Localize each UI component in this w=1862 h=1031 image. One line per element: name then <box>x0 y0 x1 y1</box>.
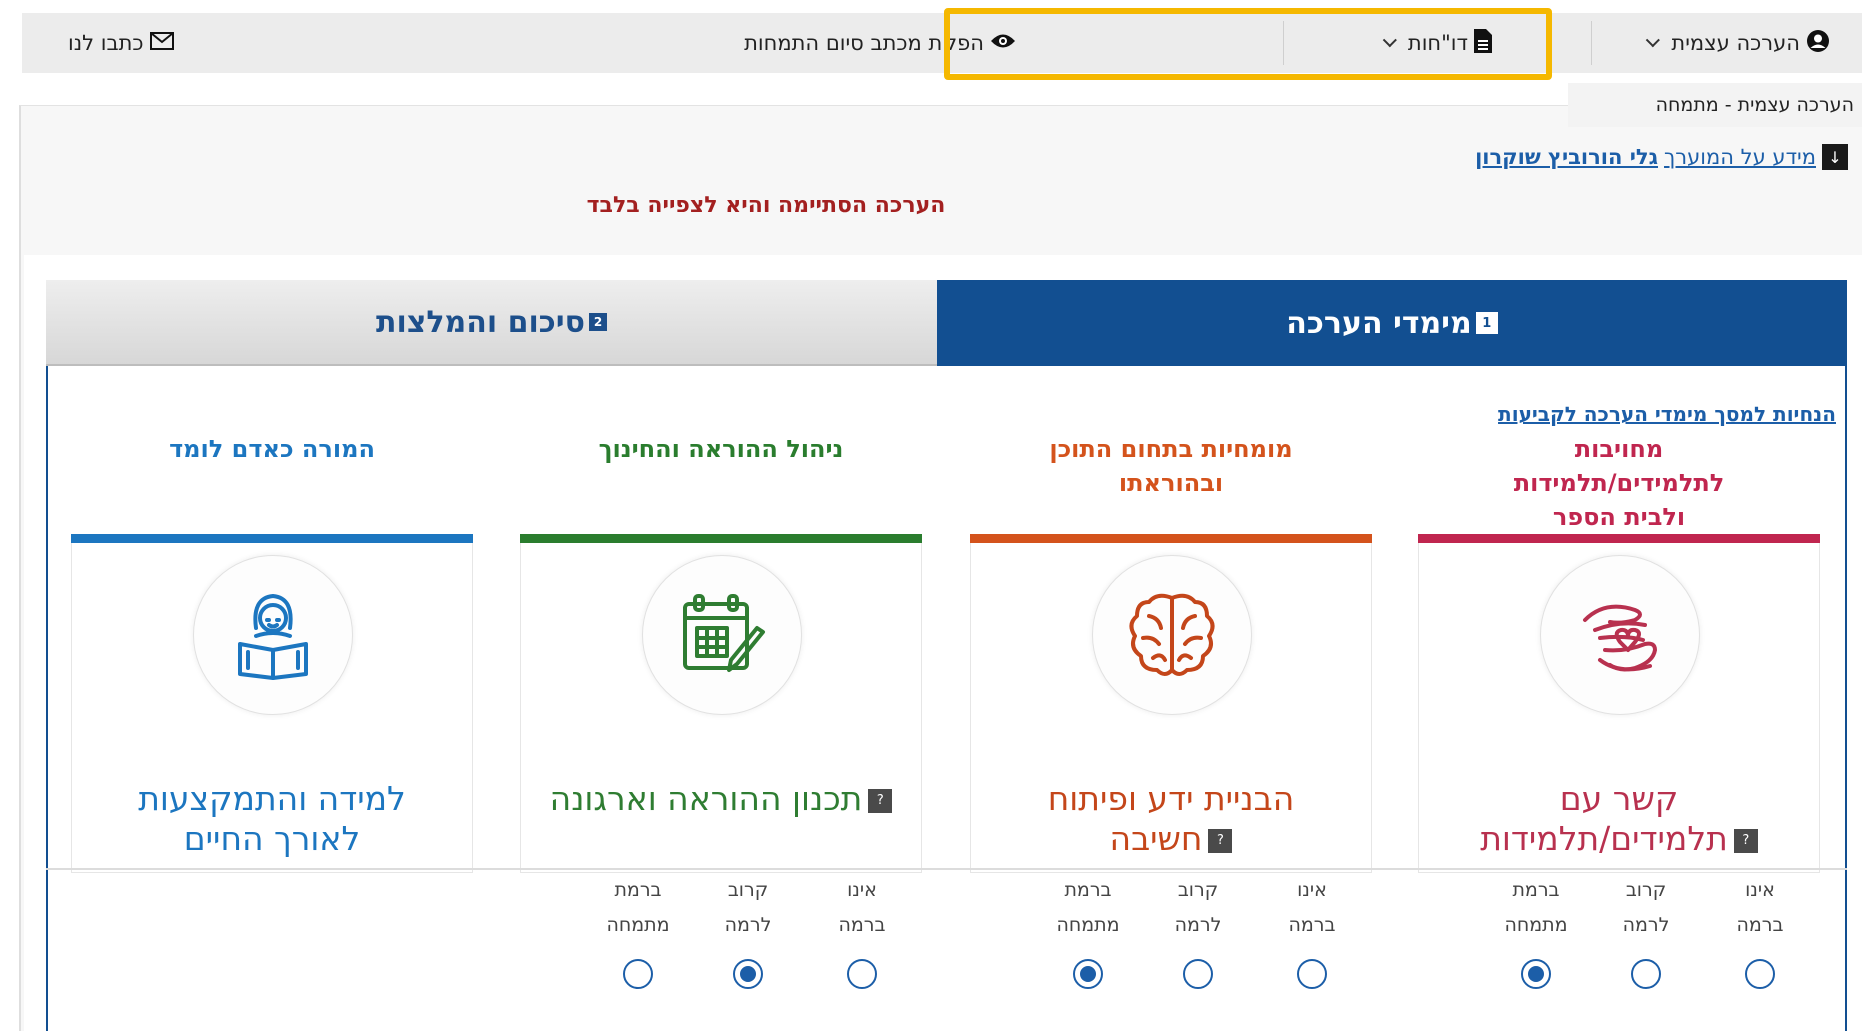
radio-intern-level[interactable] <box>1521 959 1551 989</box>
radio-close-to-level[interactable] <box>733 959 763 989</box>
guide-link[interactable]: הנחיות למסך מימדי הערכה לקביעות <box>1498 402 1836 426</box>
level-option[interactable]: אינו ברמה <box>1700 873 1820 989</box>
nav-self-eval[interactable]: הערכה עצמית <box>1645 13 1830 73</box>
status-message: הערכה הסתיימה והיא לצפייה בלבד <box>586 193 946 218</box>
level-option[interactable]: ברמת מתמחה <box>578 873 698 989</box>
icon-circle <box>1540 555 1700 715</box>
dimension-title-line: ולבית הספר <box>1552 503 1686 531</box>
card-title-line: קשר עם <box>1559 779 1679 818</box>
dimension-color-bar <box>1418 534 1820 543</box>
dimension-card-title: קשר עם ?תלמידים/תלמידות <box>1419 779 1819 859</box>
radio-close-to-level[interactable] <box>1183 959 1213 989</box>
appraisee-info[interactable]: ↓ מידע על המוערך גלי הורוביץ שוקרון <box>1475 144 1848 170</box>
help-icon[interactable]: ? <box>1208 828 1233 853</box>
radio-close-to-level[interactable] <box>1631 959 1661 989</box>
level-option[interactable]: קרוב לרמה <box>1138 873 1258 989</box>
level-label: אינו ברמה <box>1736 879 1784 936</box>
dimension-card[interactable]: למידה והתמקצעות לאורך החיים <box>71 543 473 873</box>
download-icon[interactable]: ↓ <box>1822 144 1848 170</box>
nav-self-eval-label: הערכה עצמית <box>1671 31 1800 55</box>
icon-circle <box>642 555 802 715</box>
dimension-card-title: הבניית ידע ופיתוח ?חשיבה <box>971 779 1371 859</box>
brain-icon <box>1129 593 1215 676</box>
dimension-color-bar <box>520 534 922 543</box>
level-option[interactable]: קרוב לרמה <box>688 873 808 989</box>
dimension-title-line: ניהול ההוראה והחינוך <box>598 435 844 463</box>
tab-label: מימדי הערכה <box>1286 305 1472 341</box>
calendar-pencil-icon <box>683 594 765 672</box>
level-option[interactable]: ברמת מתמחה <box>1028 873 1148 989</box>
dimension-color-bar <box>71 534 473 543</box>
card-title-line: תלמידים/תלמידות <box>1480 819 1728 858</box>
tab-label: סיכום והמלצות <box>376 304 585 340</box>
dimension-card[interactable]: קשר עם ?תלמידים/תלמידות <box>1418 543 1820 873</box>
chevron-down-icon <box>1646 33 1661 48</box>
level-option[interactable]: קרוב לרמה <box>1586 873 1706 989</box>
card-title-line: הבניית ידע ופיתוח <box>1047 779 1295 818</box>
dimension-title: מחויבות לתלמידים/תלמידות ולבית הספר <box>1418 432 1820 534</box>
icon-circle <box>193 555 353 715</box>
dropdown-item-self-eval-intern[interactable]: הערכה עצמית - מתמחה <box>1568 83 1862 127</box>
level-label: ברמת מתמחה <box>1056 879 1120 936</box>
appraisee-name[interactable]: גלי הורוביץ שוקרון <box>1475 145 1658 169</box>
user-circle-icon <box>1806 29 1830 58</box>
nav-contact-label: כתבו לנו <box>68 31 144 55</box>
dimension-title-line: לתלמידים/תלמידות <box>1513 469 1725 497</box>
heart-hands-icon <box>1583 604 1657 672</box>
nav-contact[interactable]: כתבו לנו <box>68 13 174 73</box>
dimension-title: ניהול ההוראה והחינוך <box>520 432 922 466</box>
level-option[interactable]: ברמת מתמחה <box>1476 873 1596 989</box>
dimension-color-bar <box>970 534 1372 543</box>
dimension-title-line: מחויבות <box>1574 435 1664 463</box>
icon-circle <box>1092 555 1252 715</box>
radio-not-at-level[interactable] <box>1745 959 1775 989</box>
radio-intern-level[interactable] <box>623 959 653 989</box>
reader-icon <box>238 594 308 680</box>
level-option[interactable]: אינו ברמה <box>1252 873 1372 989</box>
level-label: ברמת מתמחה <box>1504 879 1568 936</box>
radio-not-at-level[interactable] <box>847 959 877 989</box>
dimension-card-title: ?תכנון ההוראה וארגונה <box>521 779 921 819</box>
card-title-line: חשיבה <box>1109 819 1203 858</box>
level-label: אינו ברמה <box>838 879 886 936</box>
dimension-title-line: המורה כאדם לומד <box>169 435 375 463</box>
tab-number-badge: 2 <box>589 313 607 331</box>
help-icon[interactable]: ? <box>868 788 893 813</box>
levels-divider <box>46 868 1847 870</box>
level-label: קרוב לרמה <box>1174 879 1222 936</box>
highlight-frame <box>944 8 1552 80</box>
dimension-card[interactable]: הבניית ידע ופיתוח ?חשיבה <box>970 543 1372 873</box>
level-label: ברמת מתמחה <box>606 879 670 936</box>
top-nav-bar: הערכה עצמית דו"חות הפקת מכתב סיום התמחות… <box>22 13 1862 73</box>
dimension-card-title: למידה והתמקצעות לאורך החיים <box>72 779 472 859</box>
tab-eval-dimensions[interactable]: 1 מימדי הערכה <box>925 280 1847 366</box>
dimension-title: המורה כאדם לומד <box>71 432 473 466</box>
card-title-line: תכנון ההוראה וארגונה <box>549 779 863 818</box>
tab-number-badge: 1 <box>1475 312 1498 334</box>
help-icon[interactable]: ? <box>1733 828 1758 853</box>
level-label: קרוב לרמה <box>724 879 772 936</box>
radio-not-at-level[interactable] <box>1297 959 1327 989</box>
radio-intern-level[interactable] <box>1073 959 1103 989</box>
level-label: אינו ברמה <box>1288 879 1336 936</box>
tab-summary[interactable]: 2 סיכום והמלצות <box>46 280 937 366</box>
level-label: קרוב לרמה <box>1622 879 1670 936</box>
appraisee-label[interactable]: מידע על המוערך <box>1664 145 1816 169</box>
dimension-title-line: ובהוראתו <box>1118 469 1224 497</box>
level-option[interactable]: אינו ברמה <box>802 873 922 989</box>
card-title-line: למידה והתמקצעות <box>138 779 406 818</box>
dimension-title-line: מומחיות בתחום התוכן <box>1049 435 1293 463</box>
dimension-card[interactable]: ?תכנון ההוראה וארגונה <box>520 543 922 873</box>
card-title-line: לאורך החיים <box>183 819 361 858</box>
nav-separator <box>1591 21 1592 65</box>
envelope-icon <box>149 31 174 55</box>
dimension-title: מומחיות בתחום התוכן ובהוראתו <box>970 432 1372 500</box>
